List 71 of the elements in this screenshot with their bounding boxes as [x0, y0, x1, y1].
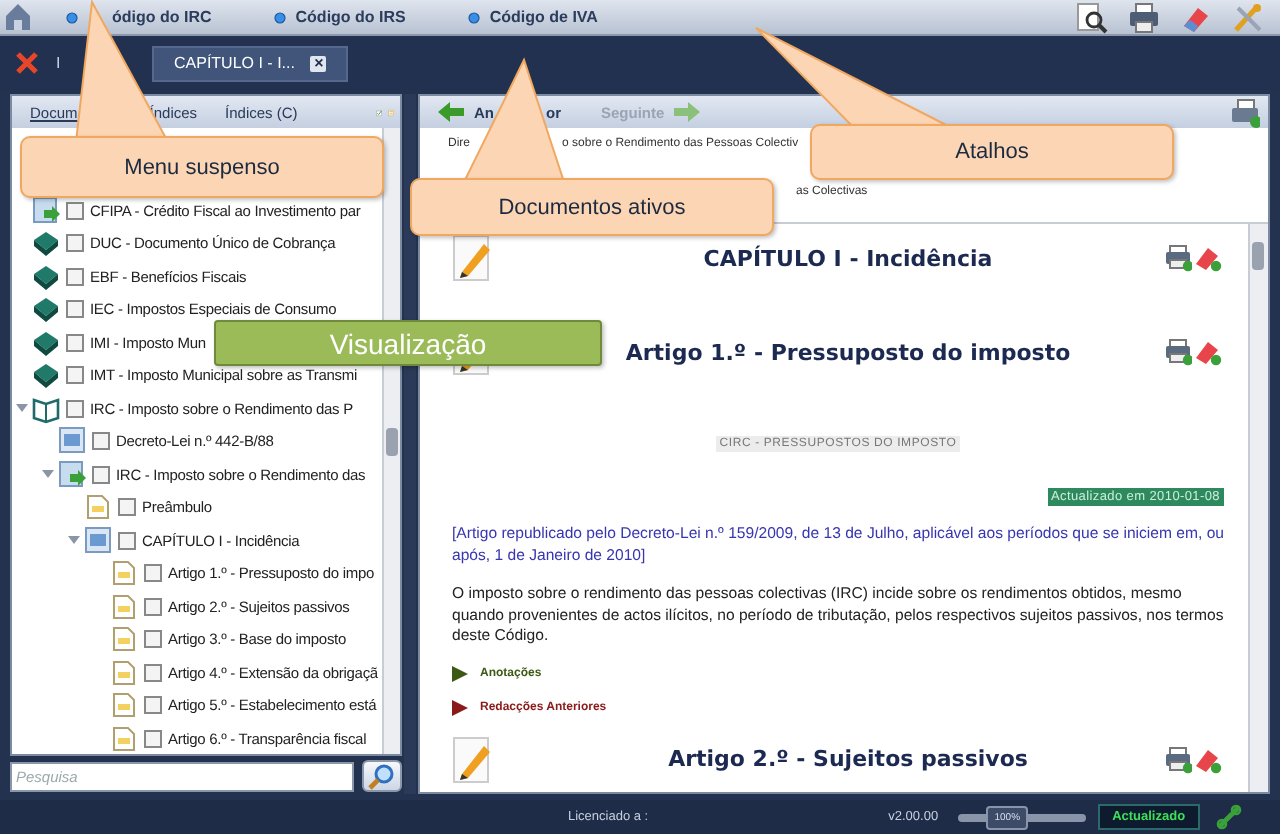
checkbox[interactable] [144, 630, 162, 649]
document-icon [110, 591, 138, 622]
book-icon [32, 261, 60, 292]
triangle-icon[interactable] [452, 665, 468, 681]
document-icon [110, 558, 138, 589]
close-icon[interactable] [14, 50, 40, 76]
checkbox[interactable] [66, 366, 84, 385]
menu-link[interactable]: ódigo do IRC [112, 8, 212, 26]
checkbox[interactable] [66, 333, 84, 352]
checkbox[interactable] [144, 729, 162, 748]
home-icon[interactable] [4, 2, 32, 32]
eraser-icon[interactable] [1194, 338, 1222, 366]
article-heading: Artigo 2.º - Sujeitos passivos [666, 746, 1030, 772]
eraser-icon[interactable] [1194, 745, 1222, 773]
scrollbar[interactable] [1248, 224, 1268, 792]
checkbox[interactable] [144, 663, 162, 682]
menu-link[interactable]: Código do IRS [295, 8, 406, 26]
right-arrow-icon [672, 100, 703, 124]
checkbox[interactable] [118, 531, 136, 550]
document-tab[interactable]: CAPÍTULO I - I... × [152, 45, 349, 81]
print-icon[interactable] [1164, 244, 1192, 272]
checkbox[interactable] [144, 564, 162, 583]
document-icon [110, 690, 138, 721]
document-icon [84, 525, 112, 556]
printer-icon[interactable] [1128, 1, 1160, 33]
document-icon [110, 657, 138, 688]
checkbox[interactable] [66, 201, 84, 220]
book-icon [32, 294, 60, 325]
callout-tooltip: Visualização [214, 320, 602, 366]
menu-link[interactable]: Código de IVA [489, 8, 598, 26]
checkbox[interactable] [118, 498, 136, 517]
article-heading: CAPÍTULO I - Incidência [701, 245, 995, 271]
checkbox[interactable] [92, 465, 110, 484]
checkbox[interactable] [66, 234, 84, 253]
document-icon [110, 624, 138, 655]
checkbox[interactable] [144, 696, 162, 715]
checkbox[interactable] [66, 300, 84, 319]
document-search-icon[interactable] [1076, 1, 1108, 33]
article-heading: Artigo 1.º - Pressuposto do imposto [623, 339, 1073, 365]
checkbox[interactable] [92, 432, 110, 451]
book-icon [32, 327, 60, 358]
document-icon [58, 426, 86, 457]
document-icon [58, 459, 86, 490]
dot-icon [467, 11, 480, 23]
checkbox[interactable] [144, 597, 162, 616]
book-icon [32, 393, 60, 424]
book-icon [32, 228, 60, 259]
callout-tooltip: Atalhos [810, 124, 1174, 180]
pencil-icon[interactable] [452, 735, 492, 783]
dot-icon [66, 11, 78, 23]
print-icon[interactable] [1230, 97, 1260, 127]
search-button[interactable] [362, 760, 402, 792]
checkbox[interactable] [66, 267, 84, 286]
print-icon[interactable] [1164, 745, 1192, 773]
link-icon [1215, 804, 1242, 830]
document-icon [32, 195, 60, 226]
document-tab[interactable]: I [44, 47, 73, 79]
callout-tooltip: Menu suspenso [20, 136, 384, 198]
left-arrow-icon [436, 100, 466, 124]
print-icon[interactable] [1164, 338, 1192, 366]
tools-icon[interactable] [1232, 1, 1264, 33]
callout-tooltip: Documentos ativos [410, 178, 774, 236]
dot-icon [273, 11, 286, 23]
search-icon [368, 762, 396, 790]
tab-close-button[interactable]: × [310, 55, 327, 71]
triangle-icon[interactable] [452, 699, 468, 715]
pencil-icon[interactable] [452, 234, 492, 282]
eraser-icon[interactable] [1194, 244, 1222, 272]
checkbox[interactable] [66, 399, 84, 418]
book-icon [32, 360, 60, 391]
document-icon [84, 492, 112, 523]
